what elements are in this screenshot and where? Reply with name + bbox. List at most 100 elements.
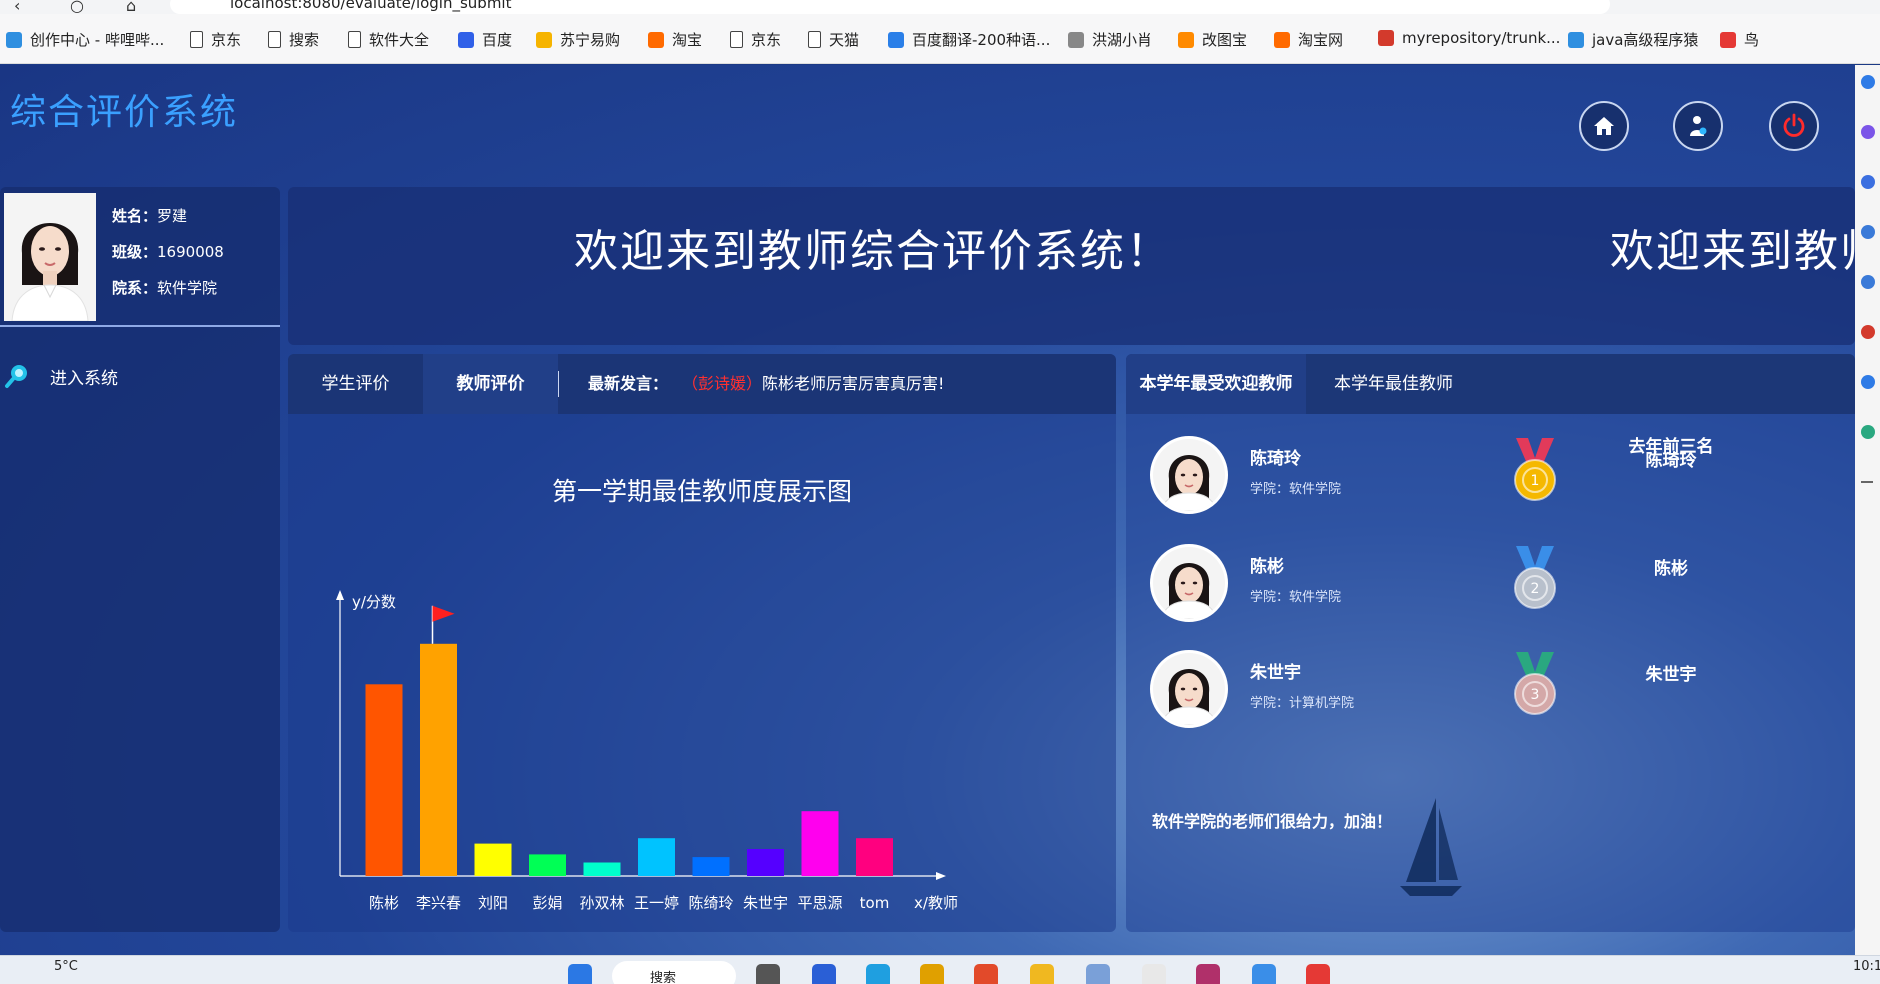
bookmark-label: 京东 [751,31,782,49]
chrome-icon[interactable] [920,964,944,984]
bookmark-label: 搜索 [289,31,320,49]
edge-icon[interactable] [866,964,890,984]
teacher-name: 朱世宇 [1250,663,1301,683]
logout-button[interactable] [1769,101,1819,151]
start-icon[interactable] [568,964,592,984]
bookmark-label: myrepository/trunk... [1402,29,1561,47]
bookmark-label: 软件大全 [369,31,430,49]
bookmark-label: 京东 [211,31,242,49]
sidebar-add-icon[interactable] [1861,481,1873,483]
chart-bar [583,862,621,876]
sidebar-search-icon[interactable] [1861,75,1875,89]
sidebar-copilot-icon[interactable] [1861,125,1875,139]
sailboat-icon [1400,798,1462,896]
taskview-icon[interactable] [756,964,780,984]
home-browser-icon[interactable]: ⌂ [126,0,136,15]
teacher-school: 学院：计算机学院 [1250,696,1355,711]
bookmark-item[interactable]: 鸟 [1720,29,1759,50]
bookmark-favicon-icon [1178,31,1194,48]
bookmark-item[interactable]: java高级程序猿 [1568,29,1698,50]
app-icon-1[interactable] [812,964,836,984]
chrome-alt-icon[interactable] [974,964,998,984]
medal-rank: 1 [1531,473,1540,489]
chart-category-label: 彭娟 [532,894,562,912]
bookmark-label: 百度 [482,31,513,49]
bookmark-item[interactable]: 洪湖小肖 [1068,29,1152,50]
taskbar-search[interactable]: 搜索 [612,961,736,984]
x-axis-arrow [936,872,946,880]
latest-comment: 最新发言： （彭诗媛）陈彬老师厉害厉害真厉害! [588,354,944,414]
bookmark-item[interactable]: 京东 [190,29,241,50]
bookmark-label: 淘宝 [672,31,703,49]
teacher-avatar [1150,544,1228,622]
evaluation-tabbar: 学生评价 教师评价 最新发言： （彭诗媛）陈彬老师厉害厉害真厉害! [288,354,1116,414]
bookmark-favicon-icon [348,31,361,48]
chart-category-label: 平思源 [797,894,842,912]
bookmark-item[interactable]: 创作中心 - 哔哩哔... [6,29,164,50]
user-center-button[interactable] [1673,101,1723,151]
teacher-avatar [1150,436,1228,514]
bookmark-label: 百度翻译-200种语... [912,31,1051,49]
sidebar-games-icon[interactable] [1861,425,1875,439]
bookmark-item[interactable]: 搜索 [268,29,319,50]
user-class: 1690008 [157,243,224,261]
sidebar-tools-icon[interactable] [1861,175,1875,189]
chart-bar [420,643,457,876]
welcome-text-repeat: 欢迎来到教师 [1610,226,1855,277]
user-dept-row: 院系：软件学院 [112,277,217,298]
tab-teacher-evaluation[interactable]: 教师评价 [423,354,558,414]
folder-icon[interactable] [1030,964,1054,984]
refresh-icon[interactable]: ○ [70,0,84,15]
bookmark-favicon-icon [458,31,474,48]
chart-category-label: tom [860,894,890,912]
home-icon [1594,117,1614,135]
browser-address-bar: ‹ ○ ⌂ localhost:8080/evaluate/login_subm… [0,0,1880,15]
teacher-avatar [1150,650,1228,728]
tab-best-teacher[interactable]: 本学年最佳教师 [1334,354,1453,414]
sidebar-people-icon[interactable] [1861,275,1875,289]
teacher-portrait-image [1153,439,1225,511]
calendar-icon[interactable] [1252,964,1276,984]
teacher-row[interactable]: 朱世宇 学院：计算机学院 3 朱世宇 [1150,650,1850,730]
bookmarks-bar: 创作中心 - 哔哩哔... 京东 搜索 软件大全 百度 苏宁易购 淘宝 京东 天猫 百度翻译-20… [0,14,1880,64]
app-icon-3[interactable] [1142,964,1166,984]
home-button[interactable] [1579,101,1629,151]
sidebar-office-icon[interactable] [1861,325,1875,339]
teacher-ranking-panel: 本学年最受欢迎教师 本学年最佳教师 去年前三名 陈琦玲 学院：软件学院 1 陈琦玲 陈彬… [1126,354,1855,932]
back-icon[interactable]: ‹ [14,0,20,15]
bookmark-item[interactable]: 百度 [458,29,512,50]
bookmark-favicon-icon [268,31,281,48]
bookmark-item[interactable]: 京东 [730,29,781,50]
teacher-row[interactable]: 陈琦玲 学院：软件学院 1 陈琦玲 [1150,436,1850,516]
jetbrains-icon[interactable] [1196,964,1220,984]
url-input[interactable]: localhost:8080/evaluate/login_submit [170,0,1610,14]
bookmark-label: 创作中心 - 哔哩哔... [30,31,165,49]
tab-student-evaluation[interactable]: 学生评价 [288,354,423,414]
user-avatar [4,193,96,321]
bookmark-item[interactable]: 改图宝 [1178,29,1247,50]
enter-system-link[interactable]: 进入系统 [4,363,118,389]
medal-rank: 3 [1531,687,1540,703]
bookmark-item[interactable]: 淘宝网 [1274,29,1343,50]
tab-most-popular-teacher[interactable]: 本学年最受欢迎教师 [1126,354,1306,414]
bookmark-item[interactable]: 天猫 [808,29,859,50]
app-icon-2[interactable] [1086,964,1110,984]
teacher-school: 学院：软件学院 [1250,482,1342,497]
flag-icon [432,605,455,622]
welcome-text: 欢迎来到教师综合评价系统！ [574,226,1172,277]
teacher-row[interactable]: 陈彬 学院：软件学院 2 陈彬 [1150,544,1850,624]
sidebar-shopping-icon[interactable] [1861,225,1875,239]
bookmark-favicon-icon [6,31,22,48]
bookmark-item[interactable]: 软件大全 [348,29,429,50]
bookmark-item[interactable]: 苏宁易购 [536,29,620,50]
chart-bar [638,838,675,876]
bookmark-favicon-icon [808,31,821,48]
last-year-rank-name: 陈琦玲 [1645,451,1697,471]
app-icon-4[interactable] [1306,964,1330,984]
bookmark-item[interactable]: myrepository/trunk... [1378,29,1560,47]
bookmark-label: java高级程序猿 [1592,31,1699,49]
bookmark-item[interactable]: 淘宝 [648,29,702,50]
bookmark-item[interactable]: 百度翻译-200种语... [888,29,1050,50]
medal-icon: 1 [1514,438,1556,501]
sidebar-outlook-icon[interactable] [1861,375,1875,389]
